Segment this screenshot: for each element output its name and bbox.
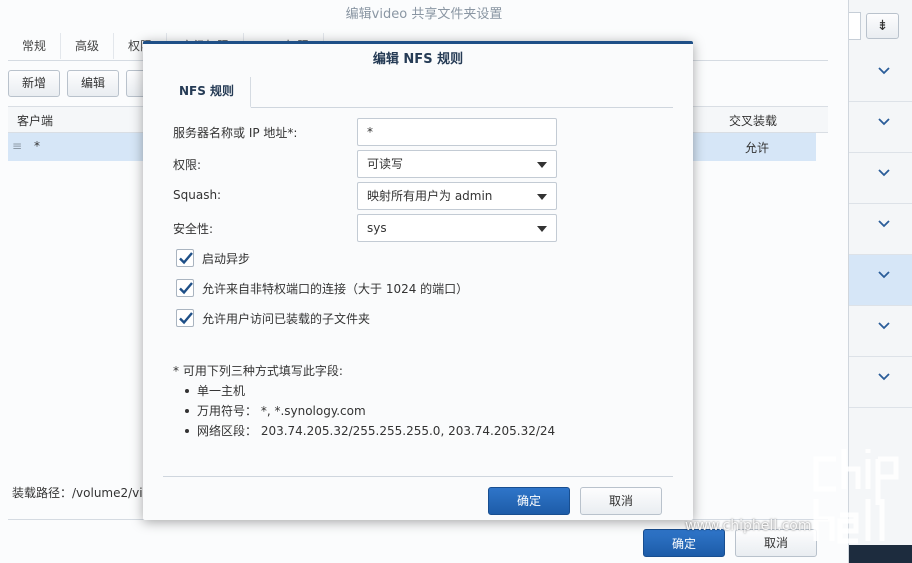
nfs-toolbar: 新增 编辑 bbox=[8, 70, 147, 97]
async-checkbox-label[interactable]: 启动异步 bbox=[202, 250, 250, 267]
edit-rule-button[interactable]: 编辑 bbox=[67, 70, 120, 97]
squash-value: 映射所有用户为 admin bbox=[367, 189, 493, 203]
dialog-title: 编辑 NFS 规则 bbox=[372, 52, 464, 67]
dropdown-arrow-icon[interactable] bbox=[537, 194, 547, 200]
mount-path-text: 装载路径：/volume2/video bbox=[12, 486, 162, 500]
privilege-value: 可读写 bbox=[367, 157, 404, 171]
list-item[interactable] bbox=[849, 102, 912, 153]
dialog-ok-button[interactable]: 确定 bbox=[488, 487, 570, 515]
cell-client: * bbox=[34, 139, 40, 153]
tab-advanced[interactable]: 高级 bbox=[61, 33, 115, 59]
edit-nfs-rule-dialog: 编辑 NFS 规则 NFS 规则 服务器名称或 IP 地址*: 权限: 可读写 … bbox=[143, 41, 693, 520]
dropdown-arrow-icon[interactable] bbox=[537, 162, 547, 168]
checkmark-icon bbox=[179, 282, 193, 295]
dialog-footer-divider bbox=[163, 476, 673, 477]
subfolder-access-checkbox-label[interactable]: 允许用户访问已装载的子文件夹 bbox=[202, 310, 370, 327]
list-item[interactable] bbox=[849, 306, 912, 357]
chevron-down-icon[interactable] bbox=[877, 64, 891, 78]
window-title: 编辑video 共享文件夹设置 bbox=[345, 7, 503, 22]
nonpriv-port-checkbox-label[interactable]: 允许来自非特权端口的连接（大于 1024 的端口） bbox=[202, 280, 468, 297]
list-item[interactable] bbox=[849, 51, 912, 102]
bullet-icon bbox=[185, 388, 189, 393]
host-label: 服务器名称或 IP 地址*: bbox=[173, 126, 298, 140]
list-item[interactable] bbox=[849, 153, 912, 204]
squash-select[interactable]: 映射所有用户为 admin bbox=[357, 182, 557, 210]
tab-general[interactable]: 常规 bbox=[8, 33, 62, 59]
security-label: 安全性: bbox=[173, 222, 214, 236]
chevron-down-icon[interactable] bbox=[877, 115, 891, 129]
chevron-down-icon[interactable] bbox=[877, 268, 891, 282]
privilege-label: 权限: bbox=[173, 158, 202, 172]
checkmark-icon bbox=[179, 312, 193, 325]
note-item: 万用符号： *, *.synology.com bbox=[185, 402, 366, 419]
chiphell-logo-icon bbox=[813, 449, 899, 544]
tab-nfs-rule[interactable]: NFS 规则 bbox=[163, 77, 252, 108]
security-select[interactable]: sys bbox=[357, 214, 557, 242]
host-input[interactable] bbox=[357, 118, 557, 146]
dialog-tab-bar: NFS 规则 bbox=[163, 75, 673, 108]
cell-cross-mount: 允许 bbox=[745, 141, 770, 155]
note-title: * 可用下列三种方式填写此字段: bbox=[173, 364, 343, 378]
nonpriv-port-checkbox-row[interactable]: 允许来自非特权端口的连接（大于 1024 的端口） bbox=[176, 278, 468, 298]
bullet-icon bbox=[185, 408, 189, 413]
column-header-cross-mount[interactable]: 交叉装载 bbox=[729, 112, 777, 129]
list-item-selected[interactable] bbox=[849, 255, 912, 306]
security-value: sys bbox=[367, 221, 387, 235]
bullet-icon bbox=[185, 428, 189, 433]
note-item-text: 网络区段： 203.74.205.32/255.255.255.0, 203.7… bbox=[197, 424, 556, 438]
subfolder-access-checkbox[interactable] bbox=[176, 309, 194, 327]
list-item[interactable] bbox=[849, 204, 912, 255]
note-item: 网络区段： 203.74.205.32/255.255.255.0, 203.7… bbox=[185, 422, 555, 439]
async-checkbox-row[interactable]: 启动异步 bbox=[176, 248, 250, 268]
drag-handle-icon[interactable]: ≡ bbox=[12, 139, 22, 153]
sort-icon[interactable]: ⇟ bbox=[866, 13, 899, 39]
list-item[interactable] bbox=[849, 357, 912, 408]
checkmark-icon bbox=[179, 252, 193, 265]
note-item-text: 万用符号： *, *.synology.com bbox=[197, 404, 366, 418]
subfolder-access-checkbox-row[interactable]: 允许用户访问已装载的子文件夹 bbox=[176, 308, 370, 328]
chevron-down-icon[interactable] bbox=[877, 319, 891, 333]
watermark-url: www.chiphell.com bbox=[685, 518, 812, 534]
dropdown-arrow-icon[interactable] bbox=[537, 226, 547, 232]
add-rule-button[interactable]: 新增 bbox=[8, 70, 61, 97]
dialog-cancel-button[interactable]: 取消 bbox=[580, 487, 662, 515]
note-item: 单一主机 bbox=[185, 382, 245, 399]
column-header-client[interactable]: 客户端 bbox=[17, 112, 53, 129]
squash-label: Squash: bbox=[173, 188, 222, 202]
chevron-down-icon[interactable] bbox=[877, 217, 891, 231]
nonpriv-port-checkbox[interactable] bbox=[176, 279, 194, 297]
async-checkbox[interactable] bbox=[176, 249, 194, 267]
privilege-select[interactable]: 可读写 bbox=[357, 150, 557, 178]
note-item-text: 单一主机 bbox=[197, 384, 246, 398]
chevron-down-icon[interactable] bbox=[877, 166, 891, 180]
chevron-down-icon[interactable] bbox=[877, 370, 891, 384]
search-field[interactable] bbox=[849, 12, 861, 40]
